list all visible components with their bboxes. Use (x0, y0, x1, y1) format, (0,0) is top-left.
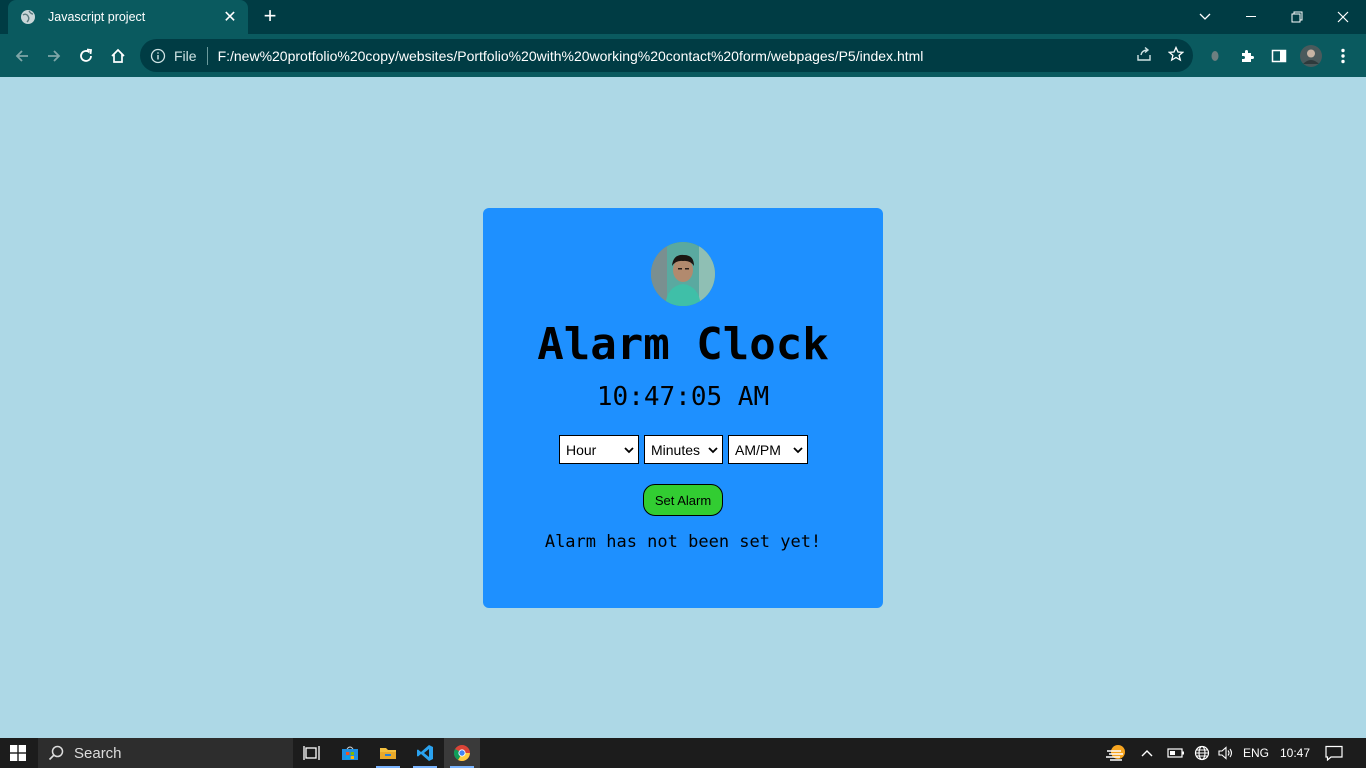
current-time-display: 10:47:05 AM (596, 382, 770, 412)
taskbar-search-box[interactable]: Search (38, 738, 293, 768)
file-explorer-icon[interactable] (370, 738, 406, 768)
alarm-card: Alarm Clock 10:47:05 AM Hour Minutes AM/… (483, 208, 883, 608)
language-indicator[interactable]: ENG (1243, 738, 1269, 768)
ampm-select[interactable]: AM/PM (728, 435, 808, 464)
profile-avatar[interactable] (1298, 43, 1324, 69)
bookmark-star-icon[interactable] (1164, 42, 1188, 66)
file-label: File (174, 47, 197, 64)
restore-button[interactable] (1274, 0, 1320, 34)
avatar (651, 242, 715, 306)
puzzle-extensions-icon[interactable] (1234, 43, 1260, 69)
tab-search-chevron-icon[interactable] (1182, 0, 1228, 34)
alarm-status-text: Alarm has not been set yet! (544, 532, 822, 552)
url-text[interactable]: F:/new%20protfolio%20copy/websites/Portf… (218, 48, 924, 64)
volume-icon[interactable] (1214, 738, 1238, 768)
hour-select-value: Hour (566, 441, 597, 458)
minutes-select-value: Minutes (651, 441, 701, 458)
weather-icon[interactable] (1098, 738, 1134, 768)
windows-taskbar: Search ENG 10:47 (0, 738, 1366, 768)
chrome-icon[interactable] (444, 738, 480, 768)
alarm-time-selects: Hour Minutes AM/PM (559, 435, 808, 464)
browser-tab[interactable]: Javascript project ✕ (8, 0, 248, 34)
ampm-select-value: AM/PM (735, 441, 781, 458)
taskbar-clock[interactable]: 10:47 (1280, 738, 1310, 768)
network-globe-icon[interactable] (1190, 738, 1214, 768)
address-divider (206, 46, 208, 65)
search-icon (48, 745, 64, 761)
search-placeholder: Search (74, 744, 122, 762)
browser-toolbar: File F:/new%20protfolio%20copy/websites/… (0, 34, 1366, 77)
task-view-icon[interactable] (294, 738, 330, 768)
extension-icon[interactable] (1202, 43, 1228, 69)
address-bar[interactable]: File F:/new%20protfolio%20copy/websites/… (140, 39, 1193, 72)
minimize-button[interactable] (1228, 0, 1274, 34)
home-icon[interactable] (104, 42, 132, 70)
share-icon[interactable] (1132, 42, 1156, 66)
chevron-up-icon[interactable] (1136, 738, 1158, 768)
vscode-icon[interactable] (407, 738, 443, 768)
set-alarm-button[interactable]: Set Alarm (643, 484, 723, 516)
store-icon[interactable] (332, 738, 368, 768)
side-panel-icon[interactable] (1266, 43, 1292, 69)
notification-center-icon[interactable] (1316, 738, 1352, 768)
windows-start-icon[interactable] (0, 738, 36, 768)
close-tab-icon[interactable]: ✕ (222, 7, 238, 27)
new-tab-button[interactable]: + (258, 5, 282, 29)
page-title: Alarm Clock (537, 319, 829, 370)
reload-icon[interactable] (72, 42, 100, 70)
browser-tab-bar: Javascript project ✕ + (0, 0, 1366, 34)
back-arrow-icon[interactable] (8, 42, 36, 70)
minutes-select[interactable]: Minutes (644, 435, 723, 464)
chevron-down-icon (624, 446, 634, 453)
chevron-down-icon (708, 446, 718, 453)
battery-icon[interactable] (1164, 738, 1188, 768)
menu-kebab-icon[interactable] (1330, 43, 1356, 69)
hour-select[interactable]: Hour (559, 435, 639, 464)
chevron-down-icon (793, 446, 803, 453)
tab-title: Javascript project (48, 10, 146, 24)
globe-icon (20, 9, 36, 25)
close-window-button[interactable] (1320, 0, 1366, 34)
forward-arrow-icon[interactable] (40, 42, 68, 70)
info-icon[interactable] (150, 48, 166, 64)
